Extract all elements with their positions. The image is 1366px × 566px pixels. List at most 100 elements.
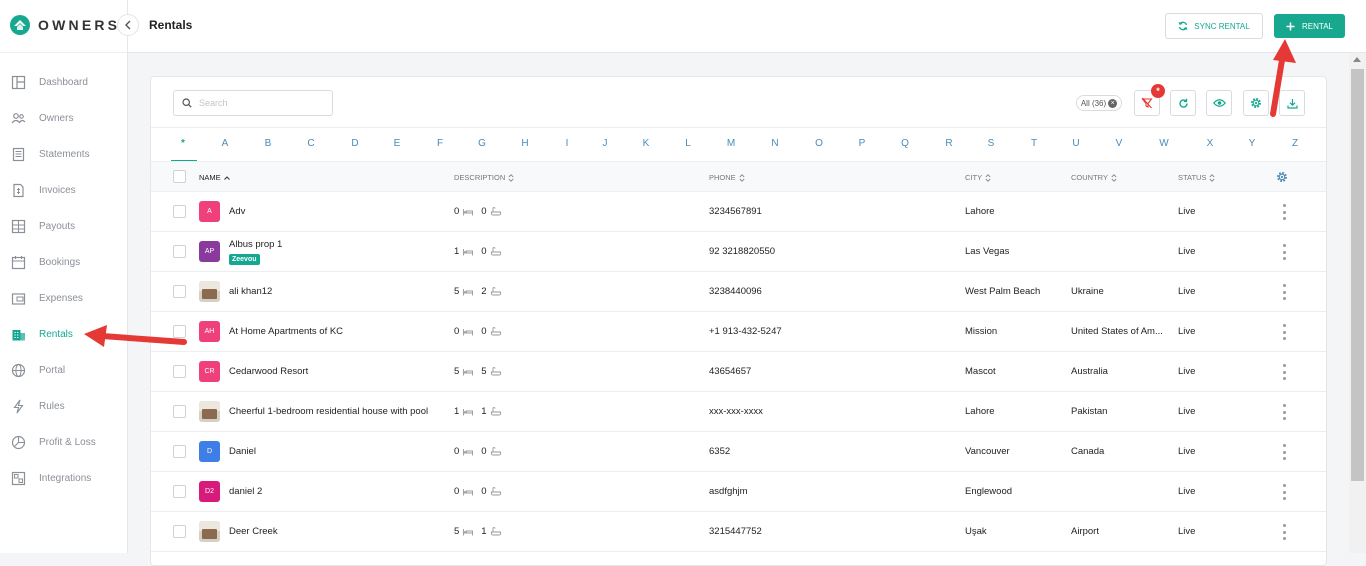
letter-filter-p[interactable]: P xyxy=(852,138,872,149)
letter-filter-d[interactable]: D xyxy=(345,138,365,149)
all-filter-chip[interactable]: All (36) × xyxy=(1076,95,1122,111)
letter-filter-k[interactable]: K xyxy=(636,138,656,149)
table-row[interactable]: A Adv 0 0 3234567891 Lahore Live xyxy=(151,192,1326,232)
sidebar-item-profit-loss[interactable]: Profit & Loss xyxy=(0,424,128,460)
sync-rental-button[interactable]: SYNC RENTAL xyxy=(1165,13,1263,39)
column-settings-icon[interactable] xyxy=(1276,171,1288,183)
page-scrollbar[interactable] xyxy=(1349,53,1366,553)
sidebar-item-integrations[interactable]: Integrations xyxy=(0,460,128,496)
letter-filter-r[interactable]: R xyxy=(939,138,959,149)
sidebar-item-statements[interactable]: Statements xyxy=(0,136,128,172)
bathroom-count: 2 xyxy=(481,286,487,297)
row-checkbox[interactable] xyxy=(173,485,186,498)
scroll-up-icon[interactable] xyxy=(1353,57,1361,62)
row-checkbox[interactable] xyxy=(173,405,186,418)
row-checkbox[interactable] xyxy=(173,365,186,378)
row-menu-icon[interactable] xyxy=(1281,484,1287,500)
rental-name[interactable]: Cedarwood Resort xyxy=(229,366,308,377)
row-menu-icon[interactable] xyxy=(1281,524,1287,540)
rental-name[interactable]: Adv xyxy=(229,206,245,217)
letter-filter-b[interactable]: B xyxy=(258,138,278,149)
sort-icon xyxy=(739,173,745,182)
letter-filter-t[interactable]: T xyxy=(1024,138,1044,149)
letter-filter-a[interactable]: A xyxy=(215,138,235,149)
sidebar-item-expenses[interactable]: Expenses xyxy=(0,280,128,316)
clear-icon[interactable]: × xyxy=(1108,98,1118,108)
row-menu-icon[interactable] xyxy=(1281,324,1287,340)
row-checkbox[interactable] xyxy=(173,285,186,298)
row-menu-icon[interactable] xyxy=(1281,284,1287,300)
letter-filter-z[interactable]: Z xyxy=(1285,138,1305,149)
column-name[interactable]: NAME xyxy=(199,173,230,182)
letter-filter-w[interactable]: W xyxy=(1154,138,1174,149)
rental-name[interactable]: Deer Creek xyxy=(229,526,278,537)
letter-filter-o[interactable]: O xyxy=(809,138,829,149)
letter-filter-e[interactable]: E xyxy=(387,138,407,149)
sidebar-item-invoices[interactable]: Invoices xyxy=(0,172,128,208)
row-checkbox[interactable] xyxy=(173,525,186,538)
search-box[interactable] xyxy=(173,90,333,116)
rental-name[interactable]: daniel 2 xyxy=(229,486,262,497)
rental-name[interactable]: At Home Apartments of KC xyxy=(229,326,343,337)
column-country[interactable]: COUNTRY xyxy=(1071,173,1117,182)
scrollbar-thumb[interactable] xyxy=(1351,69,1364,481)
letter-filter-v[interactable]: V xyxy=(1109,138,1129,149)
letter-filter-s[interactable]: S xyxy=(981,138,1001,149)
rental-name[interactable]: Daniel xyxy=(229,446,256,457)
row-menu-icon[interactable] xyxy=(1281,444,1287,460)
column-status[interactable]: STATUS xyxy=(1178,173,1216,182)
letter-filter-l[interactable]: L xyxy=(678,138,698,149)
row-menu-icon[interactable] xyxy=(1281,204,1287,220)
letter-filter-i[interactable]: I xyxy=(557,138,577,149)
building-icon xyxy=(11,327,26,342)
select-all-checkbox[interactable] xyxy=(173,170,186,183)
row-checkbox[interactable] xyxy=(173,205,186,218)
sidebar-item-dashboard[interactable]: Dashboard xyxy=(0,64,128,100)
sidebar-item-bookings[interactable]: Bookings xyxy=(0,244,128,280)
chevron-left-icon xyxy=(125,20,131,30)
collapse-sidebar-button[interactable] xyxy=(117,14,139,36)
letter-filter-y[interactable]: Y xyxy=(1242,138,1262,149)
filter-button[interactable]: * xyxy=(1134,84,1165,116)
sidebar-item-payouts[interactable]: Payouts xyxy=(0,208,128,244)
letter-filter-j[interactable]: J xyxy=(595,138,615,149)
rental-description: 52 xyxy=(454,286,501,297)
rental-name[interactable]: Albus prop 1 xyxy=(229,239,282,250)
sidebar-item-owners[interactable]: Owners xyxy=(0,100,128,136)
row-menu-icon[interactable] xyxy=(1281,244,1287,260)
letter-filter-m[interactable]: M xyxy=(721,138,741,149)
table-row[interactable]: AH At Home Apartments of KC 0 0 +1 913-432-5… xyxy=(151,312,1326,352)
column-city[interactable]: CITY xyxy=(965,173,991,182)
table-row[interactable]: D2 daniel 2 0 0 asdfghjm Englewood Live xyxy=(151,472,1326,512)
table-row[interactable]: CR Cedarwood Resort 5 5 43654657 Mascot Austra… xyxy=(151,352,1326,392)
letter-filter-g[interactable]: G xyxy=(472,138,492,149)
letter-filter-c[interactable]: C xyxy=(301,138,321,149)
refresh-icon xyxy=(1178,98,1188,108)
table-row[interactable]: Cheerful 1-bedroom residential house wit… xyxy=(151,392,1326,432)
table-row[interactable]: D Daniel 0 0 6352 Vancouver Canada Live xyxy=(151,432,1326,472)
table-row[interactable]: AP Albus prop 1 Zeevou 1 0 92 3218820550 Las V… xyxy=(151,232,1326,272)
letter-filter-n[interactable]: N xyxy=(765,138,785,149)
row-checkbox[interactable] xyxy=(173,245,186,258)
letter-filter-x[interactable]: X xyxy=(1200,138,1220,149)
row-menu-icon[interactable] xyxy=(1281,364,1287,380)
letter-filter-all[interactable]: * xyxy=(173,138,193,149)
brand-logo[interactable]: OWNERS xyxy=(10,14,120,36)
column-description[interactable]: DESCRIPTION xyxy=(454,173,514,182)
letter-filter-h[interactable]: H xyxy=(515,138,535,149)
table-row[interactable]: ali khan12 5 2 3238440096 West Palm Beach Ukr… xyxy=(151,272,1326,312)
add-rental-button[interactable]: RENTAL xyxy=(1274,14,1345,38)
letter-filter-u[interactable]: U xyxy=(1066,138,1086,149)
rental-name[interactable]: ali khan12 xyxy=(229,286,272,297)
table-row[interactable]: Deer Creek 5 1 3215447752 Uşak Airport Live xyxy=(151,512,1326,552)
rental-name[interactable]: Cheerful 1-bedroom residential house wit… xyxy=(229,406,428,417)
row-checkbox[interactable] xyxy=(173,445,186,458)
sidebar-item-rules[interactable]: Rules xyxy=(0,388,128,424)
refresh-button[interactable] xyxy=(1170,90,1196,116)
letter-filter-f[interactable]: F xyxy=(430,138,450,149)
row-menu-icon[interactable] xyxy=(1281,404,1287,420)
search-input[interactable] xyxy=(199,98,319,108)
letter-filter-q[interactable]: Q xyxy=(895,138,915,149)
view-button[interactable] xyxy=(1206,90,1232,116)
column-phone[interactable]: PHONE xyxy=(709,173,745,182)
